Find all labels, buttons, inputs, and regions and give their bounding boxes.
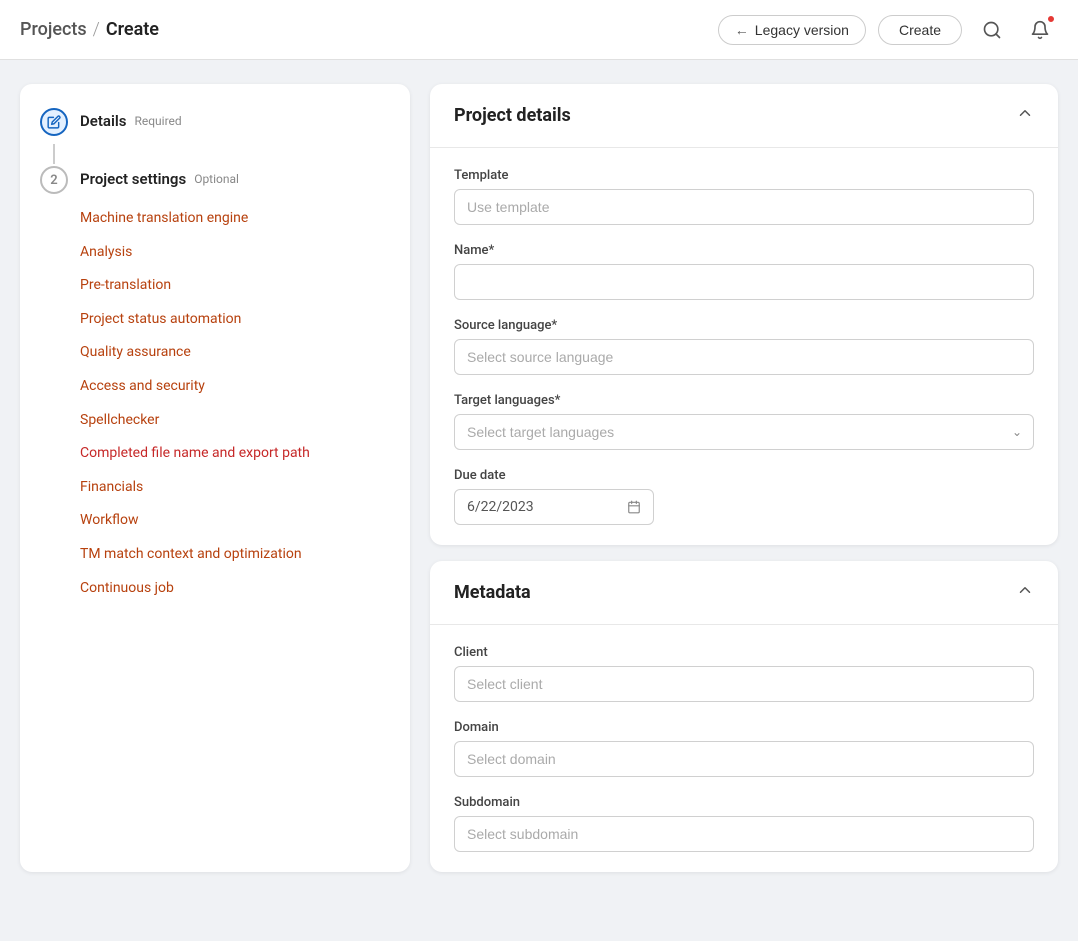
calendar-icon	[627, 500, 641, 514]
step-1-badge: Required	[134, 114, 181, 128]
target-languages-label: Target languages*	[454, 393, 1034, 408]
domain-input[interactable]	[454, 741, 1034, 777]
sub-item-analysis[interactable]: Analysis	[80, 236, 390, 270]
search-icon	[982, 20, 1002, 40]
sidebar-card: Details Required 2 Project settings Opti…	[20, 84, 410, 872]
pencil-icon	[47, 115, 61, 129]
sub-items-list: Machine translation engine Analysis Pre-…	[40, 202, 390, 605]
sub-item-machine-translation[interactable]: Machine translation engine	[80, 202, 390, 236]
name-label: Name*	[454, 243, 1034, 258]
due-date-value: 6/22/2023	[467, 499, 534, 515]
sub-item-access-security[interactable]: Access and security	[80, 370, 390, 404]
sub-item-tm-match[interactable]: TM match context and optimization	[80, 538, 390, 572]
template-input[interactable]	[454, 189, 1034, 225]
metadata-title: Metadata	[454, 582, 531, 603]
name-field: Name*	[454, 243, 1034, 300]
client-label: Client	[454, 645, 1034, 660]
template-label: Template	[454, 168, 1034, 183]
sub-item-spellchecker[interactable]: Spellchecker	[80, 404, 390, 438]
back-arrow-icon: ←	[735, 22, 749, 38]
breadcrumb: Projects / Create	[20, 19, 159, 40]
source-language-field: Source language*	[454, 318, 1034, 375]
step-connector	[53, 144, 55, 164]
header-actions: ← Legacy version Create	[718, 12, 1058, 48]
breadcrumb-create: Create	[106, 19, 159, 40]
sub-item-workflow[interactable]: Workflow	[80, 504, 390, 538]
client-field: Client	[454, 645, 1034, 702]
target-languages-field: Target languages* ⌄	[454, 393, 1034, 450]
source-language-input[interactable]	[454, 339, 1034, 375]
sub-item-quality-assurance[interactable]: Quality assurance	[80, 336, 390, 370]
project-details-title: Project details	[454, 105, 571, 126]
step-2-name: Project settings	[80, 170, 186, 188]
client-input[interactable]	[454, 666, 1034, 702]
target-languages-select-wrapper: ⌄	[454, 414, 1034, 450]
domain-field: Domain	[454, 720, 1034, 777]
app-header: Projects / Create ← Legacy version Creat…	[0, 0, 1078, 60]
search-button[interactable]	[974, 12, 1010, 48]
form-area: Project details Template Name*	[430, 84, 1058, 872]
notification-button-wrap	[1022, 12, 1058, 48]
subdomain-field: Subdomain	[454, 795, 1034, 852]
project-details-body: Template Name* Source language* Target l…	[430, 148, 1058, 545]
step-1-label: Details Required	[80, 108, 182, 130]
sub-item-completed-file[interactable]: Completed file name and export path	[80, 437, 390, 471]
breadcrumb-separator: /	[93, 19, 100, 40]
metadata-card: Metadata Client Domain	[430, 561, 1058, 872]
template-field: Template	[454, 168, 1034, 225]
step-1: Details Required	[40, 108, 390, 136]
main-content: Details Required 2 Project settings Opti…	[0, 60, 1078, 896]
metadata-header: Metadata	[430, 561, 1058, 625]
chevron-up-icon	[1016, 104, 1034, 122]
legacy-version-label: Legacy version	[755, 22, 849, 38]
project-details-card: Project details Template Name*	[430, 84, 1058, 545]
chevron-up-icon-meta	[1016, 581, 1034, 599]
due-date-label: Due date	[454, 468, 1034, 483]
step-2-icon: 2	[40, 166, 68, 194]
legacy-version-button[interactable]: ← Legacy version	[718, 15, 866, 45]
step-2-badge: Optional	[194, 172, 239, 186]
due-date-field: Due date 6/22/2023	[454, 468, 1034, 525]
create-button[interactable]: Create	[878, 15, 962, 45]
subdomain-input[interactable]	[454, 816, 1034, 852]
subdomain-label: Subdomain	[454, 795, 1034, 810]
metadata-body: Client Domain Subdomain	[430, 625, 1058, 872]
step-1-name: Details	[80, 112, 126, 130]
project-details-collapse-button[interactable]	[1016, 104, 1034, 127]
domain-label: Domain	[454, 720, 1034, 735]
step-2: 2 Project settings Optional	[40, 166, 390, 194]
step-1-icon	[40, 108, 68, 136]
project-details-header: Project details	[430, 84, 1058, 148]
step-2-label: Project settings Optional	[80, 166, 239, 188]
sub-item-pre-translation[interactable]: Pre-translation	[80, 269, 390, 303]
target-languages-input[interactable]	[454, 414, 1034, 450]
due-date-input[interactable]: 6/22/2023	[454, 489, 654, 525]
source-language-label: Source language*	[454, 318, 1034, 333]
sub-item-continuous-job[interactable]: Continuous job	[80, 572, 390, 606]
name-input[interactable]	[454, 264, 1034, 300]
notification-dot	[1046, 14, 1056, 24]
sub-item-project-status[interactable]: Project status automation	[80, 303, 390, 337]
metadata-collapse-button[interactable]	[1016, 581, 1034, 604]
breadcrumb-projects[interactable]: Projects	[20, 19, 87, 40]
sub-item-financials[interactable]: Financials	[80, 471, 390, 505]
